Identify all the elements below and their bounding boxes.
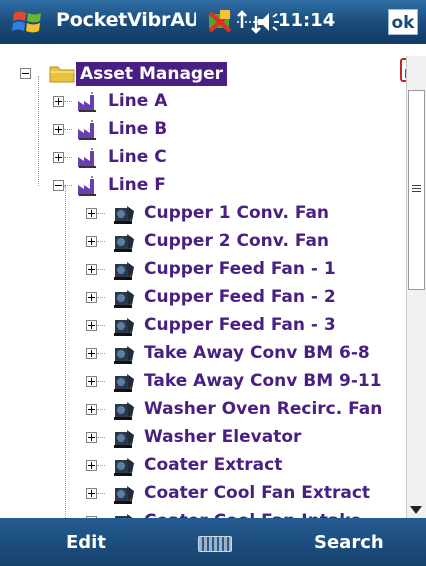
expand-toggle[interactable] xyxy=(86,432,97,443)
expand-toggle[interactable] xyxy=(86,404,97,415)
expand-toggle[interactable] xyxy=(53,96,64,107)
machine-icon xyxy=(114,262,134,280)
factory-icon xyxy=(78,120,96,140)
tree-connector xyxy=(97,353,105,354)
tree-connector xyxy=(97,325,105,326)
tree-connector xyxy=(64,185,72,186)
machine-icon xyxy=(114,458,134,476)
folder-icon xyxy=(49,66,75,83)
collapse-toggle[interactable] xyxy=(20,68,31,79)
asset-tree: Asset Manager Line A Line B Line C Line F Cu… xyxy=(0,56,406,518)
expand-toggle[interactable] xyxy=(86,264,97,275)
machine-icon xyxy=(114,234,134,252)
node-label: Cupper Feed Fan - 2 xyxy=(144,287,336,307)
ok-button[interactable]: ok xyxy=(388,9,418,35)
menu-bar: Edit Search xyxy=(0,518,426,566)
tree-node-line[interactable]: Line F xyxy=(0,174,406,200)
node-label: Cupper Feed Fan - 1 xyxy=(144,259,336,279)
node-label: Washer Oven Recirc. Fan xyxy=(144,399,383,419)
node-label: Washer Elevator xyxy=(144,427,302,447)
node-label: Coater Cool Fan Intake xyxy=(144,511,362,518)
factory-icon xyxy=(78,148,96,168)
expand-toggle[interactable] xyxy=(86,320,97,331)
tree-node-machine[interactable]: Cupper Feed Fan - 2 xyxy=(0,286,406,312)
tree-connector xyxy=(64,157,72,158)
tree-connector xyxy=(97,213,105,214)
expand-toggle[interactable] xyxy=(86,236,97,247)
factory-icon xyxy=(78,176,96,196)
tree-node-line[interactable]: Line C xyxy=(0,146,406,172)
node-label: Line F xyxy=(108,175,166,195)
app-title: PocketVibrAUltr xyxy=(56,9,196,31)
tree-node-machine[interactable]: Cupper 1 Conv. Fan xyxy=(0,202,406,228)
tree-node-machine[interactable]: Take Away Conv BM 9-11 xyxy=(0,370,406,396)
tree-node-machine[interactable]: Washer Oven Recirc. Fan xyxy=(0,398,406,424)
tree-node-machine[interactable]: Cupper 2 Conv. Fan xyxy=(0,230,406,256)
machine-icon xyxy=(114,290,134,308)
expand-toggle[interactable] xyxy=(86,208,97,219)
tree-node-line[interactable]: Line B xyxy=(0,118,406,144)
tree-node-machine[interactable]: Cupper Feed Fan - 3 xyxy=(0,314,406,340)
machine-icon xyxy=(114,318,134,336)
node-label: Coater Extract xyxy=(144,455,283,475)
expand-toggle[interactable] xyxy=(86,488,97,499)
windows-start-icon[interactable] xyxy=(10,7,46,37)
tree-node-machine[interactable]: Coater Extract xyxy=(0,454,406,480)
machine-icon xyxy=(114,206,134,224)
expand-toggle[interactable] xyxy=(86,348,97,359)
expand-toggle[interactable] xyxy=(86,460,97,471)
node-label: Asset Manager xyxy=(76,62,228,86)
tree-connector xyxy=(97,241,105,242)
node-label: Cupper 1 Conv. Fan xyxy=(144,203,330,223)
expand-toggle[interactable] xyxy=(53,152,64,163)
tree-node-line[interactable]: Line A xyxy=(0,90,406,116)
node-label: Line C xyxy=(108,147,167,167)
tree-connector xyxy=(97,409,105,410)
node-label: Line B xyxy=(108,119,168,139)
expand-toggle[interactable] xyxy=(86,376,97,387)
tree-node-machine[interactable]: Cupper Feed Fan - 1 xyxy=(0,258,406,284)
machine-icon xyxy=(114,402,134,420)
tree-node-machine[interactable]: Washer Elevator xyxy=(0,426,406,452)
machine-icon xyxy=(115,514,133,518)
factory-icon xyxy=(78,92,96,112)
scroll-thumb[interactable] xyxy=(408,90,425,290)
edit-softkey[interactable]: Edit xyxy=(66,532,106,553)
clock[interactable]: 11:14 xyxy=(278,10,335,31)
keyboard-icon[interactable] xyxy=(198,536,232,552)
node-label: Take Away Conv BM 6-8 xyxy=(144,343,370,363)
tree-connector xyxy=(97,297,105,298)
tree-connector xyxy=(64,101,72,102)
node-label: Line A xyxy=(108,91,168,111)
tree-node-machine[interactable]: Take Away Conv BM 6-8 xyxy=(0,342,406,368)
tree-node-machine[interactable]: Coater Cool Fan Intake xyxy=(0,510,406,518)
sync-icon[interactable] xyxy=(206,8,234,36)
machine-icon xyxy=(114,374,134,392)
scroll-down-arrow[interactable] xyxy=(410,506,422,514)
expand-toggle[interactable] xyxy=(53,124,64,135)
tree-connector xyxy=(97,269,105,270)
tree-node-machine[interactable]: Coater Cool Fan Extract xyxy=(0,482,406,508)
tree-connector xyxy=(97,381,105,382)
vertical-scrollbar[interactable] xyxy=(406,56,426,518)
tree-connector xyxy=(97,493,105,494)
node-label: Coater Cool Fan Extract xyxy=(144,483,371,503)
machine-icon xyxy=(114,346,134,364)
node-label: Cupper 2 Conv. Fan xyxy=(144,231,330,251)
expand-toggle[interactable] xyxy=(86,292,97,303)
title-bar: PocketVibrAUltr 11:14 ok xyxy=(0,0,426,44)
machine-icon xyxy=(114,486,134,504)
node-label: Take Away Conv BM 9-11 xyxy=(144,371,382,391)
node-label: Cupper Feed Fan - 3 xyxy=(144,315,336,335)
search-softkey[interactable]: Search xyxy=(314,532,384,553)
tree-connector xyxy=(97,465,105,466)
tree-node-root[interactable]: Asset Manager xyxy=(0,62,406,88)
machine-icon xyxy=(114,430,134,448)
tree-connector xyxy=(64,129,72,130)
collapse-toggle[interactable] xyxy=(53,180,64,191)
tree-connector xyxy=(97,437,105,438)
